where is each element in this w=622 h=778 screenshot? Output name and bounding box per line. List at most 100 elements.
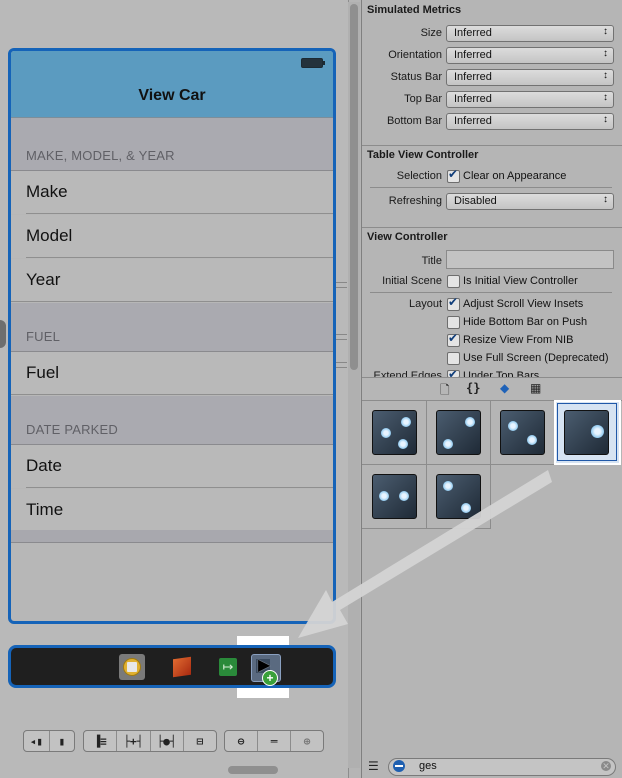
top-bar-popup[interactable]: Inferred ↕ bbox=[446, 91, 614, 108]
swipe-gesture-recognizer-item[interactable] bbox=[554, 400, 621, 465]
rotation-gesture-recognizer-icon bbox=[500, 410, 545, 455]
cell-label: Fuel bbox=[26, 363, 60, 382]
cell-label: Year bbox=[26, 270, 61, 289]
resizing-behavior-button[interactable]: ⊟ bbox=[184, 731, 216, 751]
clear-on-appearance-label: Clear on Appearance bbox=[463, 170, 567, 182]
copy-plus-icon: + bbox=[262, 670, 278, 686]
canvas-horizontal-scroll-thumb[interactable] bbox=[228, 766, 278, 774]
zoom-in-button[interactable]: ⊕ bbox=[291, 731, 323, 751]
media-library-icon[interactable]: ▦ bbox=[530, 381, 541, 395]
popup-arrows-icon: ↕ bbox=[603, 194, 608, 205]
table-cell[interactable]: Model bbox=[11, 215, 333, 258]
section-header-label: FUEL bbox=[26, 329, 61, 344]
resolve-issues-button[interactable]: ├●┤ bbox=[151, 731, 184, 751]
row-divider bbox=[370, 292, 612, 293]
table-cell[interactable]: Fuel bbox=[11, 352, 333, 395]
section-title-table-view-controller: Table View Controller bbox=[367, 149, 479, 161]
section-divider bbox=[362, 145, 622, 146]
object-library-icon[interactable]: ◆ bbox=[500, 381, 509, 395]
table-section-header: DATE PARKED bbox=[11, 396, 333, 445]
cell-label: Make bbox=[26, 182, 68, 201]
section-divider bbox=[362, 227, 622, 228]
scene-dock[interactable]: ↦ bbox=[8, 645, 336, 688]
canvas-layout-toggle-group: ◂▮ ▮ bbox=[23, 730, 75, 752]
long-press-gesture-recognizer-icon bbox=[436, 474, 481, 519]
section-header-label: MAKE, MODEL, & YEAR bbox=[26, 148, 175, 163]
pin-button[interactable]: ├+┤ bbox=[117, 731, 151, 751]
clear-search-icon[interactable]: ✕ bbox=[601, 761, 611, 771]
popup-value: Disabled bbox=[454, 195, 497, 207]
resize-view-from-nib-label: Resize View From NIB bbox=[463, 334, 574, 346]
table-cell[interactable]: Year bbox=[11, 259, 333, 302]
is-initial-view-controller-label: Is Initial View Controller bbox=[463, 275, 578, 287]
navigation-bar[interactable]: View Car bbox=[11, 51, 333, 118]
popup-arrows-icon: ↕ bbox=[603, 26, 608, 37]
popup-arrows-icon: ↕ bbox=[603, 114, 608, 125]
swipe-gesture-recognizer-icon bbox=[564, 410, 609, 455]
size-popup[interactable]: Inferred ↕ bbox=[446, 25, 614, 42]
status-bar-popup[interactable]: Inferred ↕ bbox=[446, 69, 614, 86]
table-section-header: FUEL bbox=[11, 303, 333, 352]
exit-icon[interactable]: ↦ bbox=[215, 654, 241, 680]
is-initial-view-controller-checkbox[interactable] bbox=[447, 275, 460, 288]
popup-value: Inferred bbox=[454, 115, 492, 127]
hide-bottom-bar-on-push-checkbox[interactable] bbox=[447, 316, 460, 329]
long-press-gesture-recognizer-item[interactable] bbox=[426, 464, 491, 529]
popup-arrows-icon: ↕ bbox=[603, 92, 608, 103]
autolayout-button-group: ▐≡ ├+┤ ├●┤ ⊟ bbox=[83, 730, 217, 752]
align-button[interactable]: ▐≡ bbox=[84, 731, 118, 751]
orientation-popup[interactable]: Inferred ↕ bbox=[446, 47, 614, 64]
title-input[interactable] bbox=[446, 250, 614, 269]
tap-gesture-recognizer-item[interactable] bbox=[362, 400, 427, 465]
bottom-bar-label: Bottom Bar bbox=[386, 115, 442, 127]
zoom-button-group: ⊖ ═ ⊕ bbox=[224, 730, 324, 752]
popup-value: Inferred bbox=[454, 93, 492, 105]
status-bar-label: Status Bar bbox=[390, 71, 442, 83]
cell-separator bbox=[11, 301, 333, 302]
popup-value: Inferred bbox=[454, 49, 492, 61]
table-footer bbox=[11, 530, 333, 543]
pinch-gesture-recognizer-item[interactable] bbox=[426, 400, 491, 465]
list-view-toggle-icon[interactable]: ☰ bbox=[368, 759, 379, 773]
battery-icon bbox=[301, 58, 325, 68]
attributes-inspector: Simulated Metrics Size Inferred ↕ Orienta… bbox=[362, 0, 622, 778]
pinch-gesture-recognizer-icon bbox=[436, 410, 481, 455]
cell-separator bbox=[11, 394, 333, 395]
section-header-label: DATE PARKED bbox=[26, 422, 119, 437]
cube-object-icon[interactable] bbox=[169, 654, 195, 680]
table-cell[interactable]: Date bbox=[11, 445, 333, 488]
use-full-screen-checkbox[interactable] bbox=[447, 352, 460, 365]
library-search-field[interactable]: ges ✕ bbox=[388, 758, 616, 776]
table-cell[interactable]: Time bbox=[11, 489, 333, 532]
toggle-document-outline-button[interactable]: ◂▮ bbox=[24, 731, 50, 751]
pan-gesture-recognizer-item[interactable] bbox=[362, 464, 427, 529]
extend-edges-label: Extend Edges bbox=[373, 370, 443, 377]
zoom-out-button[interactable]: ⊖ bbox=[225, 731, 258, 751]
bottom-bar-popup[interactable]: Inferred ↕ bbox=[446, 113, 614, 130]
zoom-actual-size-button[interactable]: ═ bbox=[258, 731, 291, 751]
library-tab-bar: 🗋 {} ◆ ▦ bbox=[362, 377, 622, 401]
toggle-device-button[interactable]: ▮ bbox=[50, 731, 75, 751]
hide-bottom-bar-on-push-label: Hide Bottom Bar on Push bbox=[463, 316, 588, 328]
table-cell[interactable]: Make bbox=[11, 171, 333, 214]
cell-separator bbox=[26, 487, 333, 488]
popup-arrows-icon: ↕ bbox=[603, 70, 608, 81]
section-title-view-controller: View Controller bbox=[367, 231, 448, 243]
adjust-scroll-view-insets-checkbox[interactable] bbox=[447, 295, 460, 311]
canvas-vertical-scroll-thumb[interactable] bbox=[350, 4, 358, 370]
cell-label: Model bbox=[26, 226, 73, 245]
refreshing-popup[interactable]: Disabled ↕ bbox=[446, 193, 614, 210]
search-input[interactable]: ges bbox=[419, 760, 437, 772]
first-responder-icon[interactable] bbox=[119, 654, 145, 680]
view-controller-scene[interactable]: View Car MAKE, MODEL, & YEAR Make Model … bbox=[8, 48, 336, 624]
resize-view-from-nib-checkbox[interactable] bbox=[447, 331, 460, 347]
rotation-gesture-recognizer-item[interactable] bbox=[490, 400, 555, 465]
code-snippet-icon[interactable]: {} bbox=[466, 381, 480, 395]
segue-connector-handle[interactable] bbox=[0, 320, 6, 348]
clear-on-appearance-checkbox[interactable] bbox=[447, 167, 460, 183]
pan-gesture-recognizer-icon bbox=[372, 474, 417, 519]
use-full-screen-label: Use Full Screen (Deprecated) bbox=[463, 352, 609, 364]
filter-icon[interactable] bbox=[393, 760, 405, 772]
section-title-simulated-metrics: Simulated Metrics bbox=[367, 4, 462, 16]
file-template-icon[interactable]: 🗋 bbox=[440, 381, 450, 402]
